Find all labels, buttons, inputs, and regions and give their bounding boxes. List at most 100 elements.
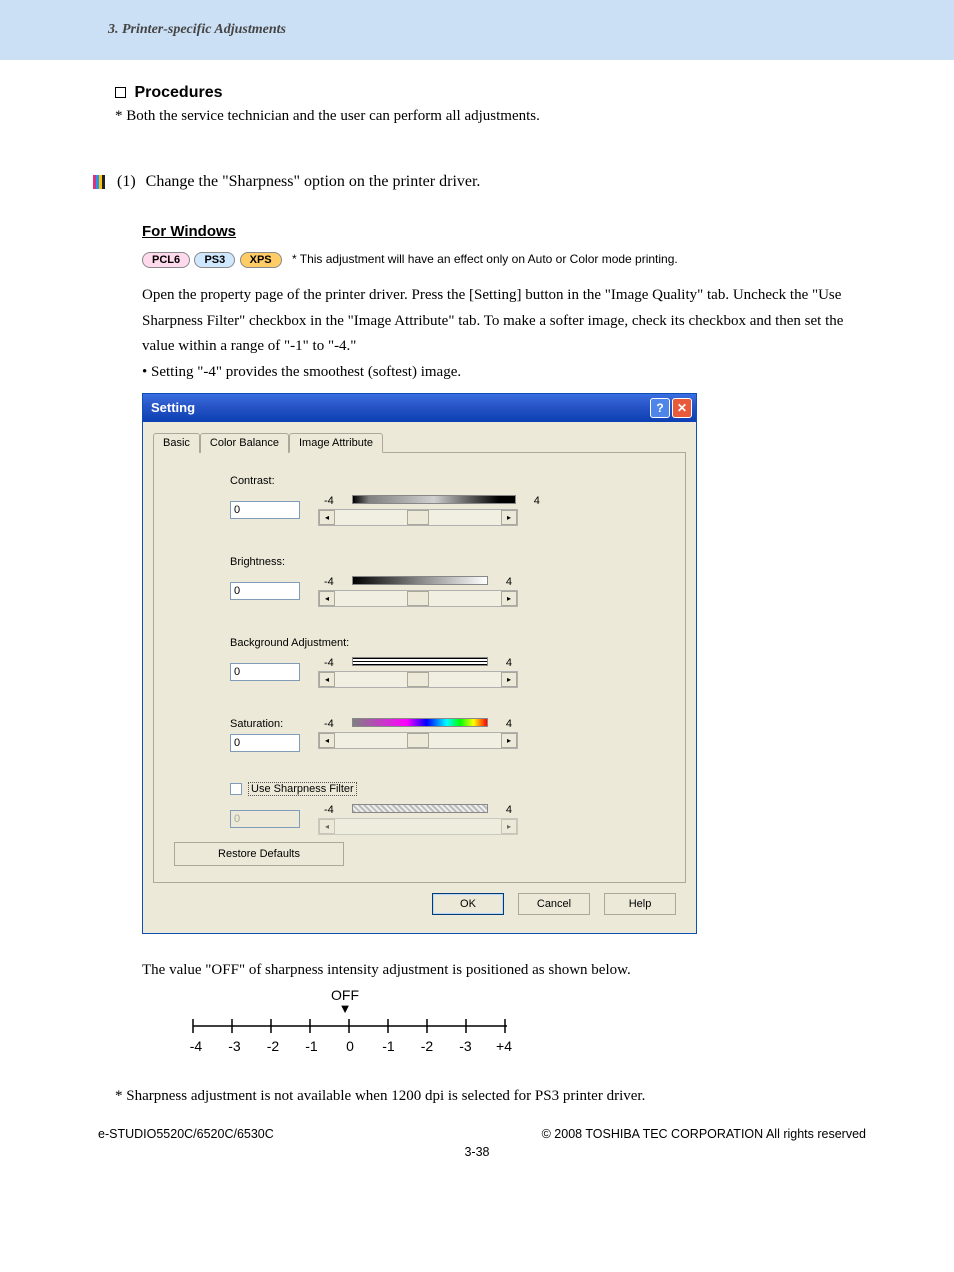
arrow-right-icon[interactable]: ▸ [501, 510, 517, 525]
help-button[interactable]: Help [604, 893, 676, 915]
saturation-scrollbar[interactable]: ◂ ▸ [318, 732, 518, 749]
saturation-input[interactable]: 0 [230, 734, 300, 752]
pill-xps: XPS [240, 252, 282, 268]
sharpness-group: Use Sharpness Filter 0 -4 4 ◂ [176, 782, 667, 835]
scroll-thumb[interactable] [407, 672, 429, 687]
color-chip-icon [93, 175, 111, 189]
off-axis-diagram: OFF ▼ -4 -3 -2 -1 0 -1 -2 -3 +4 [185, 987, 515, 1054]
tab-basic[interactable]: Basic [153, 433, 200, 453]
step-1-row: (1) Change the "Sharpness" option on the… [93, 173, 846, 191]
square-bullet-icon [115, 87, 126, 98]
tick-label: -2 [262, 1038, 284, 1054]
arrow-left-icon[interactable]: ◂ [319, 672, 335, 687]
scroll-thumb[interactable] [407, 591, 429, 606]
page-header: 3. Printer-specific Adjustments [0, 0, 954, 60]
restore-defaults-button[interactable]: Restore Defaults [174, 842, 344, 866]
arrow-right-icon[interactable]: ▸ [501, 733, 517, 748]
bgadjust-gradient-icon [352, 657, 488, 666]
contrast-input[interactable]: 0 [230, 501, 300, 519]
arrow-right-icon[interactable]: ▸ [501, 591, 517, 606]
tick-label: -1 [378, 1038, 400, 1054]
brightness-label: Brightness: [230, 556, 667, 568]
brightness-group: Brightness: 0 -4 4 ◂ [230, 556, 667, 607]
arrow-right-icon[interactable]: ▸ [501, 672, 517, 687]
chapter-title: 3. Printer-specific Adjustments [108, 22, 286, 37]
contrast-scrollbar[interactable]: ◂ ▸ [318, 509, 518, 526]
titlebar: Setting ? ✕ [143, 394, 696, 422]
pill-ps3: PS3 [194, 252, 235, 268]
pill-pcl6: PCL6 [142, 252, 190, 268]
for-windows-heading: For Windows [142, 223, 846, 240]
pointer-down-icon: ▼ [175, 1001, 515, 1016]
saturation-label: Saturation: [230, 718, 300, 730]
setting-dialog: Setting ? ✕ Basic Color Balance Image At… [142, 393, 697, 934]
sharpness-max: 4 [506, 804, 512, 816]
contrast-slider: -4 4 ◂ ▸ [318, 495, 518, 526]
bullet-line: • Setting "-4" provides the smoothest (s… [142, 364, 846, 381]
arrow-left-icon: ◂ [319, 819, 335, 834]
bgadjust-scrollbar[interactable]: ◂ ▸ [318, 671, 518, 688]
bgadjust-input[interactable]: 0 [230, 663, 300, 681]
saturation-group: Saturation: 0 -4 4 ◂ [230, 718, 667, 752]
sharpness-scrollbar: ◂ ▸ [318, 818, 518, 835]
ok-button[interactable]: OK [432, 893, 504, 915]
tick-label: -4 [185, 1038, 207, 1054]
brightness-max: 4 [506, 576, 512, 588]
tab-image-attribute[interactable]: Image Attribute [289, 433, 383, 453]
tick-label: -1 [301, 1038, 323, 1054]
axis-tick-labels: -4 -3 -2 -1 0 -1 -2 -3 +4 [185, 1038, 515, 1054]
arrow-right-icon: ▸ [501, 819, 517, 834]
procedures-heading-text: Procedures [134, 84, 222, 101]
tick-label: -3 [455, 1038, 477, 1054]
page-footer: e-STUDIO5520C/6520C/6530C © 2008 TOSHIBA… [98, 1127, 866, 1141]
bgadjust-group: Background Adjustment: 0 -4 4 ◂ [230, 637, 667, 688]
contrast-group: Contrast: 0 -4 4 ◂ ▸ [230, 475, 667, 526]
close-icon[interactable]: ✕ [672, 398, 692, 418]
contrast-label: Contrast: [230, 475, 667, 487]
footer-left: e-STUDIO5520C/6520C/6530C [98, 1127, 274, 1141]
brightness-scrollbar[interactable]: ◂ ▸ [318, 590, 518, 607]
arrow-left-icon[interactable]: ◂ [319, 510, 335, 525]
sharpness-checkbox[interactable] [230, 783, 242, 795]
page-content: Procedures * Both the service technician… [0, 60, 954, 1105]
sharpness-input: 0 [230, 810, 300, 828]
saturation-gradient-icon [352, 718, 488, 727]
contrast-max: 4 [534, 495, 540, 507]
scroll-thumb[interactable] [407, 733, 429, 748]
tab-panel: Contrast: 0 -4 4 ◂ ▸ [153, 453, 686, 883]
sharpness-min: -4 [324, 804, 334, 816]
help-icon[interactable]: ? [650, 398, 670, 418]
tab-color-balance[interactable]: Color Balance [200, 433, 289, 453]
contrast-gradient-icon [352, 495, 516, 504]
sharpness-gradient-icon [352, 804, 488, 813]
note-both: * Both the service technician and the us… [115, 108, 846, 125]
arrow-left-icon[interactable]: ◂ [319, 591, 335, 606]
dialog-title: Setting [151, 400, 195, 415]
tick-label: -2 [416, 1038, 438, 1054]
after-paragraph: The value "OFF" of sharpness intensity a… [142, 962, 846, 979]
footnote: * Sharpness adjustment is not available … [115, 1088, 846, 1105]
brightness-input[interactable]: 0 [230, 582, 300, 600]
dialog-button-row: OK Cancel Help [153, 883, 686, 925]
pill-note: * This adjustment will have an effect on… [292, 252, 678, 266]
brightness-gradient-icon [352, 576, 488, 585]
tick-label: -3 [224, 1038, 246, 1054]
cancel-button[interactable]: Cancel [518, 893, 590, 915]
pill-row: PCL6 PS3 XPS * This adjustment will have… [142, 252, 846, 268]
instruction-paragraph: Open the property page of the printer dr… [142, 283, 846, 360]
saturation-min: -4 [324, 718, 334, 730]
contrast-min: -4 [324, 495, 334, 507]
dialog-body: Basic Color Balance Image Attribute Cont… [143, 422, 696, 933]
step-1-text: Change the "Sharpness" option on the pri… [146, 173, 481, 191]
footer-right: © 2008 TOSHIBA TEC CORPORATION All right… [542, 1127, 866, 1141]
page-number: 3-38 [0, 1145, 954, 1159]
tick-label: +4 [493, 1038, 515, 1054]
bgadjust-min: -4 [324, 657, 334, 669]
arrow-left-icon[interactable]: ◂ [319, 733, 335, 748]
saturation-max: 4 [506, 718, 512, 730]
bgadjust-label: Background Adjustment: [230, 637, 667, 649]
brightness-min: -4 [324, 576, 334, 588]
procedures-heading: Procedures [115, 84, 846, 102]
scroll-thumb[interactable] [407, 510, 429, 525]
tab-bar: Basic Color Balance Image Attribute [153, 432, 686, 453]
